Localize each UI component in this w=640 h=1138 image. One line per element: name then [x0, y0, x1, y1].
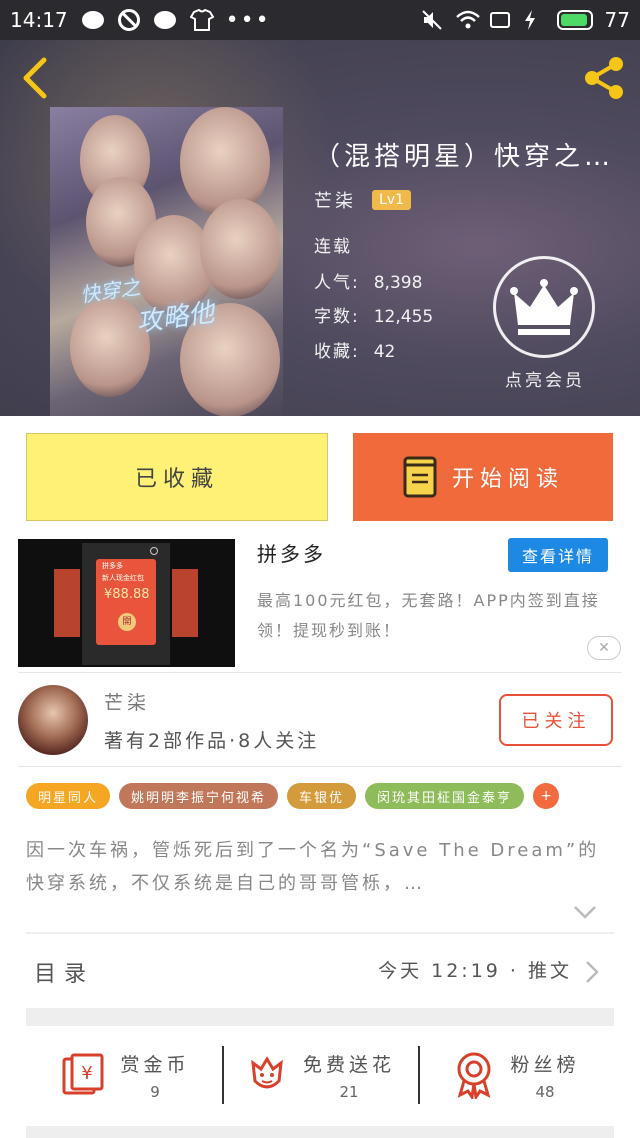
author-name[interactable]: 芒柒: [314, 187, 356, 213]
battery-level: 77: [604, 8, 630, 32]
add-tag-button[interactable]: +: [533, 783, 560, 809]
message-icon: [153, 9, 176, 31]
send-flower-count: 21: [339, 1082, 359, 1101]
reward-coins-label: 赏金币: [120, 1053, 190, 1076]
tag-list: 明星同人 姚明明李振宁何视希 车银优 闵玧其田柾国金泰亨 +: [26, 783, 560, 809]
favorited-button[interactable]: 已收藏: [26, 433, 328, 521]
level-badge: Lv1: [372, 190, 411, 210]
popularity-label: 人气:: [314, 273, 360, 293]
reward-coins-button[interactable]: ¥ 赏金币 9: [26, 1026, 222, 1124]
ad-thumb-brand: 拼多多: [102, 562, 123, 570]
chat-bubble-icon: [81, 9, 104, 31]
tag[interactable]: 车银优: [287, 783, 357, 809]
section-gap: [26, 1008, 614, 1026]
share-button[interactable]: [580, 54, 628, 102]
send-flower-label: 免费送花: [302, 1053, 395, 1076]
catalog-row[interactable]: 目录 今天 12:19 · 推文: [26, 932, 614, 1006]
expand-button[interactable]: [573, 904, 597, 920]
divider: [18, 672, 622, 673]
cover-text: 快穿之: [78, 274, 142, 308]
reward-coins-count: 9: [150, 1082, 160, 1101]
word-count-label: 字数:: [314, 307, 360, 327]
fans-ranking-button[interactable]: 粉丝榜 48: [418, 1026, 614, 1124]
ad-thumb-text: 新人现金红包: [102, 574, 144, 582]
bottom-actions: ¥ 赏金币 9 免费送花 21 粉丝榜 48: [26, 1026, 614, 1124]
ad-title[interactable]: 拼多多: [257, 538, 326, 567]
coin-envelope-icon: ¥: [62, 1053, 104, 1095]
start-reading-label: 开始阅读: [451, 467, 564, 492]
fans-ranking-count: 48: [535, 1082, 555, 1101]
clock: 14:17: [10, 8, 68, 32]
crown-icon: [510, 279, 578, 335]
mute-icon: [421, 9, 443, 31]
share-icon: [585, 57, 623, 99]
close-icon: [150, 547, 158, 555]
catalog-label: 目录: [34, 962, 95, 987]
avatar[interactable]: [18, 685, 88, 755]
charging-icon: [523, 9, 545, 31]
author-card-stats: 著有2部作品·8人关注: [104, 730, 320, 752]
book-header: 快穿之 攻略他 （混搭明星）快穿之… 芒柒 Lv1 连载 人气: 8,398 字数…: [0, 40, 640, 416]
wifi-icon: [455, 9, 480, 31]
popularity: 人气: 8,398: [314, 268, 422, 293]
send-flower-button[interactable]: 免费送花 21: [222, 1026, 418, 1124]
flower-icon: [251, 1056, 283, 1089]
svg-text:¥: ¥: [82, 1063, 93, 1084]
battery-icon: [556, 10, 593, 30]
chevron-right-icon: [584, 960, 600, 984]
medal-icon: [457, 1052, 491, 1099]
ad-thumb-amount: ¥88.88: [104, 587, 150, 602]
more-notifications-icon: •••: [225, 7, 271, 33]
serial-status: 连载: [314, 237, 352, 257]
ad-description: 最高100元红包，无套路！APP内签到直接领！提现秒到账！: [257, 591, 600, 640]
book-title: （混搭明星）快穿之…: [314, 142, 615, 172]
chevron-down-icon: [574, 906, 596, 919]
divider: [18, 766, 622, 767]
status-bar: 14:17 ••• 77: [0, 0, 640, 40]
word-count-value: 12,455: [373, 307, 434, 327]
ad-thumb-open: 開: [118, 613, 136, 631]
ad-close-button[interactable]: ✕: [587, 636, 621, 660]
tag[interactable]: 明星同人: [26, 783, 111, 809]
follow-button[interactable]: 已关注: [499, 694, 613, 746]
back-button[interactable]: [18, 56, 54, 100]
book-icon: [403, 456, 437, 498]
book-summary[interactable]: 因一次车祸，管烁死后到了一个名为“Save The Dream”的快穿系统，不仅…: [26, 834, 616, 900]
ad-image[interactable]: 拼多多 新人现金红包 ¥88.88 開: [18, 539, 235, 667]
favorites-value: 42: [373, 342, 396, 362]
favorites: 收藏: 42: [314, 337, 395, 362]
tag[interactable]: 闵玧其田柾国金泰亨: [365, 783, 525, 809]
screen-icon: [489, 9, 511, 31]
popularity-value: 8,398: [373, 273, 423, 293]
tag[interactable]: 姚明明李振宁何视希: [119, 783, 279, 809]
tshirt-icon: [189, 8, 215, 31]
start-reading-button[interactable]: 开始阅读: [353, 433, 613, 521]
catalog-update: 今天 12:19 · 推文: [378, 960, 572, 982]
word-count: 字数: 12,455: [314, 302, 433, 327]
book-cover[interactable]: 快穿之 攻略他: [50, 107, 283, 416]
author-card-name[interactable]: 芒柒: [104, 688, 150, 715]
section-gap: [26, 1126, 614, 1138]
favorites-label: 收藏:: [314, 342, 360, 362]
vip-button[interactable]: [493, 256, 595, 358]
chevron-left-icon: [23, 57, 47, 99]
fans-ranking-label: 粉丝榜: [510, 1053, 580, 1076]
vip-label: 点亮会员: [505, 371, 585, 391]
view-details-button[interactable]: 查看详情: [508, 538, 608, 572]
author-row: 芒柒 Lv1: [314, 187, 411, 213]
do-not-disturb-icon: [117, 9, 140, 31]
